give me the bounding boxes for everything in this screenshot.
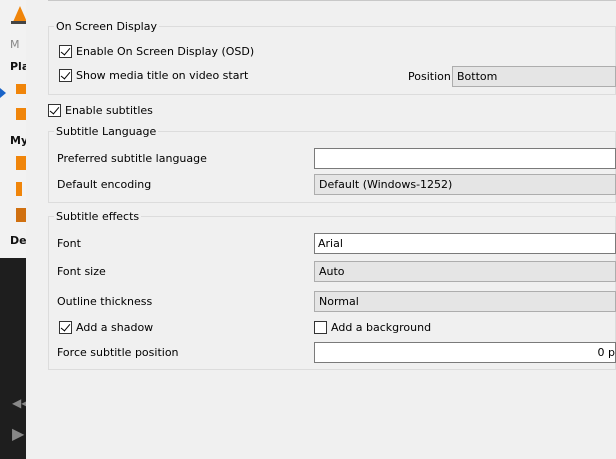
bg-label-my: My xyxy=(10,134,26,147)
video-icon xyxy=(16,156,26,170)
force-position-spinbox[interactable]: 0 p xyxy=(314,342,616,363)
font-size-value: Auto xyxy=(319,265,345,278)
playlist-icon xyxy=(16,84,26,94)
bg-label-media: M xyxy=(10,38,20,51)
default-encoding-value: Default (Windows-1252) xyxy=(319,178,453,191)
outline-thickness-label: Outline thickness xyxy=(57,295,153,308)
preferred-language-label: Preferred subtitle language xyxy=(57,152,207,165)
font-size-label: Font size xyxy=(57,265,106,278)
bg-label-playlist: Pla xyxy=(10,60,26,73)
add-shadow-label[interactable]: Add a shadow xyxy=(76,321,153,334)
outline-thickness-combo[interactable]: Normal xyxy=(314,291,616,312)
default-encoding-combo[interactable]: Default (Windows-1252) xyxy=(314,174,616,195)
enable-osd-checkbox[interactable] xyxy=(59,45,72,58)
preferred-language-input[interactable] xyxy=(314,148,616,169)
vlc-cone-base xyxy=(11,21,26,24)
divider xyxy=(48,0,616,2)
vlc-cone-icon xyxy=(13,6,26,22)
enable-osd-label[interactable]: Enable On Screen Display (OSD) xyxy=(76,45,254,58)
media-library-icon xyxy=(16,108,26,120)
position-combo[interactable]: Bottom xyxy=(452,66,616,87)
font-value: Arial xyxy=(318,237,343,250)
force-position-label: Force subtitle position xyxy=(57,346,179,359)
position-value: Bottom xyxy=(457,70,498,83)
font-size-combo[interactable]: Auto xyxy=(314,261,616,282)
playlist-arrow-icon xyxy=(0,88,6,98)
enable-subtitles-checkbox[interactable] xyxy=(48,104,61,117)
bg-label-devices: De xyxy=(10,234,26,247)
add-background-checkbox[interactable] xyxy=(314,321,327,334)
rewind-icon: ◀◀ xyxy=(12,396,26,410)
background-window: M Pla My De ◀◀ ▶ xyxy=(0,0,26,459)
force-position-value: 0 p xyxy=(597,346,615,359)
font-label: Font xyxy=(57,237,81,250)
add-shadow-checkbox[interactable] xyxy=(59,321,72,334)
position-label: Position xyxy=(408,70,451,83)
osd-group-title: On Screen Display xyxy=(54,20,159,33)
music-icon xyxy=(16,182,22,196)
outline-thickness-value: Normal xyxy=(319,295,359,308)
play-icon: ▶ xyxy=(12,424,25,443)
subtitles-osd-preferences-panel: On Screen Display Enable On Screen Displ… xyxy=(26,0,616,459)
enable-subtitles-label[interactable]: Enable subtitles xyxy=(65,104,153,117)
subtitle-effects-group-title: Subtitle effects xyxy=(54,210,142,223)
font-input[interactable]: Arial xyxy=(314,233,616,254)
default-encoding-label: Default encoding xyxy=(57,178,152,191)
show-title-label[interactable]: Show media title on video start xyxy=(76,69,248,82)
add-background-label[interactable]: Add a background xyxy=(331,321,431,334)
subtitle-language-group-title: Subtitle Language xyxy=(54,125,159,138)
show-title-checkbox[interactable] xyxy=(59,69,72,82)
picture-icon xyxy=(16,208,26,222)
